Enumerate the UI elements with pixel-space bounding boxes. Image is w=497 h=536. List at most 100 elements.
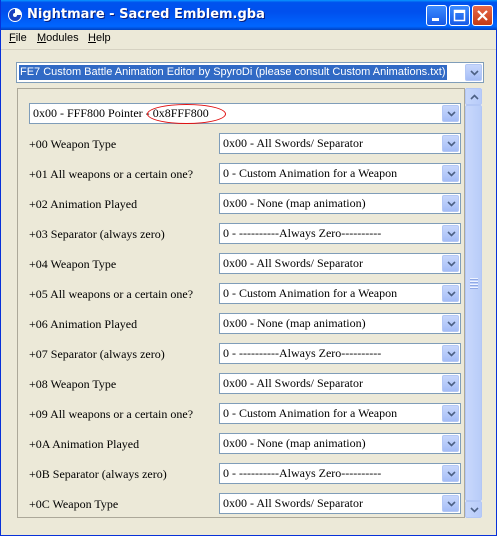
field-value: 0 - Custom Animation for a Weapon (223, 166, 398, 180)
maximize-button[interactable] (449, 5, 470, 26)
menu-help-label: elp (95, 32, 111, 44)
field-label: +06 Animation Played (29, 317, 138, 331)
field-dropdown[interactable]: 0x00 - None (map animation) (219, 313, 461, 334)
chevron-down-icon (447, 141, 456, 147)
module-selector-dropdown-button[interactable] (465, 64, 482, 81)
app-window: Nightmare - Sacred Emblem.gba File Modul… (0, 0, 497, 536)
field-dropdown[interactable]: 0x00 - All Swords/ Separator (219, 253, 461, 274)
chevron-down-icon (447, 291, 456, 297)
field-value: 0 - ----------Always Zero---------- (223, 466, 382, 480)
dropdown-button[interactable] (442, 315, 459, 332)
field-dropdown[interactable]: 0x00 - None (map animation) (219, 193, 461, 214)
module-selector[interactable]: FE7 Custom Battle Animation Editor by Sp… (16, 62, 484, 83)
field-dropdown[interactable]: 0 - Custom Animation for a Weapon (219, 283, 461, 304)
menu-file[interactable]: File (9, 32, 27, 44)
field-label: +08 Weapon Type (29, 377, 117, 391)
field-dropdown[interactable]: 0 - ----------Always Zero---------- (219, 463, 461, 484)
dropdown-button[interactable] (442, 165, 459, 182)
chevron-down-icon (447, 231, 456, 237)
menu-bar: File Modules Help (1, 30, 496, 50)
module-selector-value: FE7 Custom Battle Animation Editor by Sp… (19, 65, 447, 80)
field-label: +0A Animation Played (29, 437, 140, 451)
dropdown-button[interactable] (442, 135, 459, 152)
field-dropdown[interactable]: 0x00 - All Swords/ Separator (219, 493, 461, 514)
chevron-down-icon (447, 351, 456, 357)
grip-line (470, 284, 478, 286)
menu-modules-label: odules (46, 32, 79, 44)
field-label: +0B Separator (always zero) (29, 467, 167, 481)
maximize-icon (453, 9, 466, 22)
dropdown-button[interactable] (442, 465, 459, 482)
chevron-down-icon (447, 171, 456, 177)
dropdown-button[interactable] (442, 255, 459, 272)
field-value: 0 - ----------Always Zero---------- (223, 346, 382, 360)
field-label: +09 All weapons or a certain one? (29, 407, 194, 421)
chevron-down-icon (470, 507, 479, 513)
scroll-thumb[interactable] (465, 105, 482, 501)
chevron-down-icon (447, 261, 456, 267)
field-label: +04 Weapon Type (29, 257, 117, 271)
menu-file-mnemonic: F (9, 32, 16, 44)
field-dropdown[interactable]: 0x00 - None (map animation) (219, 433, 461, 454)
vertical-scrollbar[interactable] (465, 88, 482, 518)
pointer-prefix: 0x00 - FFF800 Pointer - (33, 106, 153, 120)
chevron-down-icon (447, 201, 456, 207)
field-label: +05 All weapons or a certain one? (29, 287, 194, 301)
field-label: +00 Weapon Type (29, 137, 117, 151)
dropdown-button[interactable] (442, 285, 459, 302)
pointer-selector[interactable]: 0x00 - FFF800 Pointer - 0x8FFF800 (29, 103, 461, 124)
title-bar[interactable]: Nightmare - Sacred Emblem.gba (1, 0, 497, 30)
field-dropdown[interactable]: 0x00 - All Swords/ Separator (219, 133, 461, 154)
dropdown-button[interactable] (442, 495, 459, 512)
field-value: 0x00 - All Swords/ Separator (223, 136, 363, 150)
field-value: 0x00 - All Swords/ Separator (223, 256, 363, 270)
editor-panel: 0x00 - FFF800 Pointer - 0x8FFF800 +00 We… (17, 88, 465, 518)
chevron-down-icon (447, 381, 456, 387)
scroll-up-button[interactable] (465, 88, 482, 105)
grip-line (470, 278, 478, 280)
field-label: +03 Separator (always zero) (29, 227, 165, 241)
close-button[interactable] (472, 5, 493, 26)
grip-line (470, 287, 478, 289)
menu-help[interactable]: Help (88, 32, 111, 44)
chevron-down-icon (447, 441, 456, 447)
chevron-down-icon (447, 471, 456, 477)
field-dropdown[interactable]: 0 - ----------Always Zero---------- (219, 343, 461, 364)
field-dropdown[interactable]: 0 - Custom Animation for a Weapon (219, 163, 461, 184)
chevron-down-icon (470, 70, 479, 76)
field-label: +07 Separator (always zero) (29, 347, 165, 361)
dropdown-button[interactable] (442, 435, 459, 452)
chevron-up-icon (470, 94, 479, 100)
field-label: +02 Animation Played (29, 197, 138, 211)
field-value: 0 - Custom Animation for a Weapon (223, 286, 398, 300)
dropdown-button[interactable] (442, 405, 459, 422)
field-value: 0x00 - None (map animation) (223, 196, 366, 210)
highlight-ellipse (147, 104, 226, 124)
dropdown-button[interactable] (442, 375, 459, 392)
close-icon (477, 10, 488, 21)
dropdown-button[interactable] (442, 225, 459, 242)
scroll-down-button[interactable] (465, 501, 482, 518)
field-value: 0x00 - All Swords/ Separator (223, 496, 363, 510)
pointer-selector-dropdown-button[interactable] (442, 105, 459, 122)
grip-line (470, 281, 478, 283)
chevron-down-icon (447, 411, 456, 417)
field-value: 0 - Custom Animation for a Weapon (223, 406, 398, 420)
dropdown-button[interactable] (442, 345, 459, 362)
menu-file-label: ile (15, 32, 27, 44)
app-icon (8, 8, 22, 22)
field-dropdown[interactable]: 0 - Custom Animation for a Weapon (219, 403, 461, 424)
minimize-button[interactable] (426, 5, 447, 26)
chevron-down-icon (447, 111, 456, 117)
field-dropdown[interactable]: 0 - ----------Always Zero---------- (219, 223, 461, 244)
menu-modules[interactable]: Modules (37, 32, 79, 44)
chevron-down-icon (447, 501, 456, 507)
minimize-icon (432, 18, 439, 21)
dropdown-button[interactable] (442, 195, 459, 212)
field-dropdown[interactable]: 0x00 - All Swords/ Separator (219, 373, 461, 394)
menu-help-mnemonic: H (88, 32, 96, 44)
field-value: 0 - ----------Always Zero---------- (223, 226, 382, 240)
field-value: 0x00 - All Swords/ Separator (223, 376, 363, 390)
field-value: 0x00 - None (map animation) (223, 436, 366, 450)
menu-modules-mnemonic: M (37, 32, 47, 44)
